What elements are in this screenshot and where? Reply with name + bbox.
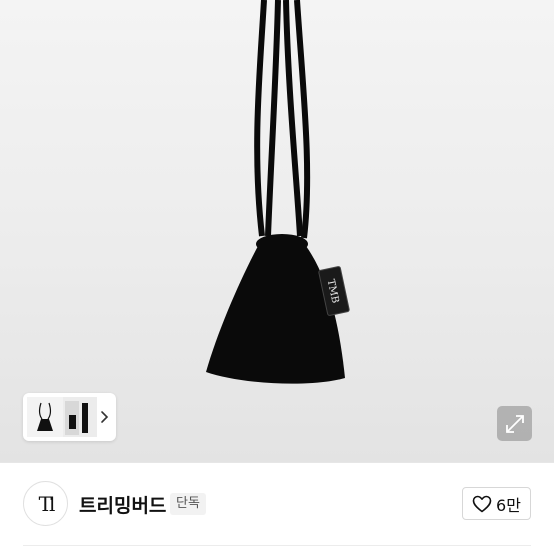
expand-image-button[interactable] xyxy=(497,406,532,441)
thumbnail-2-image xyxy=(63,397,97,437)
thumbnail-1[interactable] xyxy=(27,397,63,437)
thumbnail-1-image xyxy=(27,397,63,437)
expand-arrows-icon xyxy=(505,414,524,433)
product-image-area: TMB xyxy=(0,0,554,462)
like-button[interactable]: 6만 xyxy=(462,487,531,520)
brand-name[interactable]: 트리밍버드 xyxy=(79,491,166,518)
brand-logo-text: Tl xyxy=(38,491,56,516)
divider xyxy=(23,545,531,546)
thumbnail-next-button[interactable] xyxy=(96,407,112,427)
exclusive-badge: 단독 xyxy=(170,493,206,515)
thumbnail-2[interactable] xyxy=(63,397,97,437)
brand-row: Tl 트리밍버드 단독 6만 xyxy=(0,462,554,554)
thumbnail-strip[interactable] xyxy=(23,393,116,441)
brand-logo[interactable]: Tl xyxy=(23,481,68,526)
chevron-right-icon xyxy=(101,411,109,423)
like-count: 6만 xyxy=(496,495,521,515)
heart-outline-icon xyxy=(472,495,492,512)
